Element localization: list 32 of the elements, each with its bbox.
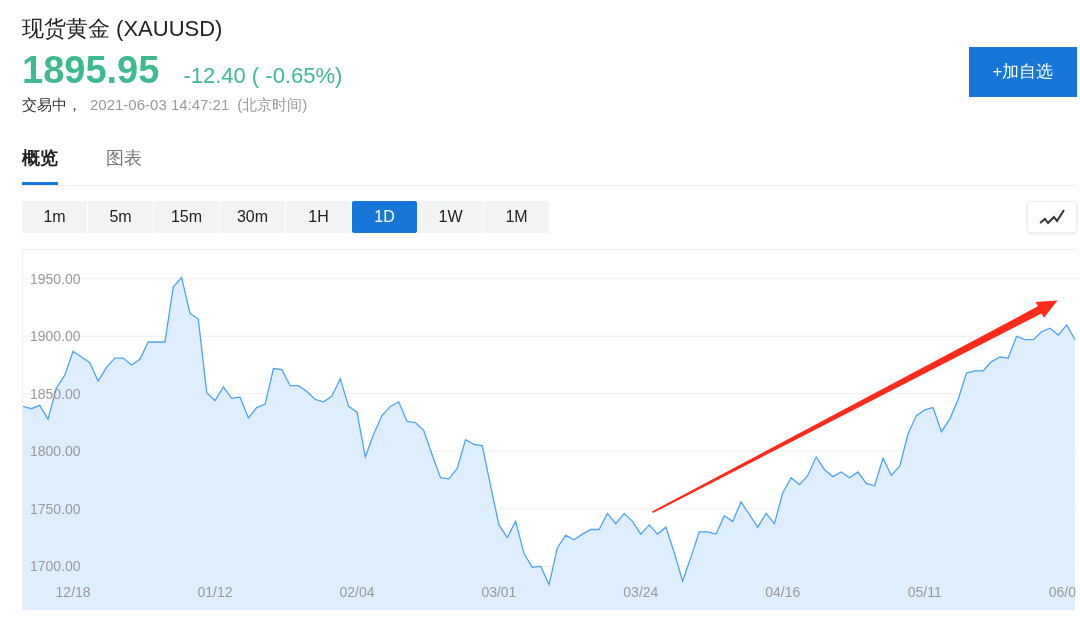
y-axis-label: 1950.00 xyxy=(30,270,81,287)
interval-button[interactable]: 5m xyxy=(88,200,153,233)
interval-button[interactable]: 1D xyxy=(352,200,417,233)
timezone: (北京时间) xyxy=(237,95,308,115)
interval-button[interactable]: 1M xyxy=(484,200,549,233)
interval-button[interactable]: 15m xyxy=(154,200,219,233)
x-axis-label: 06/0 xyxy=(1048,583,1076,600)
x-axis-label: 12/18 xyxy=(55,583,91,600)
line-chart-icon xyxy=(1038,207,1066,226)
x-axis-label: 03/24 xyxy=(623,583,659,600)
x-axis-label: 04/16 xyxy=(765,583,801,600)
timestamp: 2021-06-03 14:47:21 xyxy=(90,95,230,115)
x-axis-label: 05/11 xyxy=(907,583,942,600)
price: 1895.95 xyxy=(22,48,160,92)
add-watchlist-button[interactable]: +加自选 xyxy=(969,47,1077,97)
interval-button[interactable]: 30m xyxy=(220,200,285,233)
x-axis-label: 02/04 xyxy=(339,583,375,600)
y-axis-label: 1800.00 xyxy=(30,442,81,459)
tab[interactable]: 概览 xyxy=(22,144,58,185)
interval-button[interactable]: 1W xyxy=(418,200,483,233)
interval-button[interactable]: 1m xyxy=(22,200,87,233)
x-axis-label: 01/12 xyxy=(197,583,233,600)
chart-type-button[interactable] xyxy=(1027,200,1077,233)
y-axis-label: 1700.00 xyxy=(30,557,81,574)
y-axis-label: 1900.00 xyxy=(30,327,81,344)
tab[interactable]: 图表 xyxy=(106,144,142,185)
price-change: -12.40 ( -0.65%) xyxy=(183,62,343,90)
trading-status: 交易中， xyxy=(22,95,82,115)
interval-button[interactable]: 1H xyxy=(286,200,351,233)
x-axis-label: 03/01 xyxy=(481,583,517,600)
quote-title: 现货黄金 (XAUUSD) xyxy=(22,15,224,43)
y-axis-label: 1750.00 xyxy=(30,500,81,517)
